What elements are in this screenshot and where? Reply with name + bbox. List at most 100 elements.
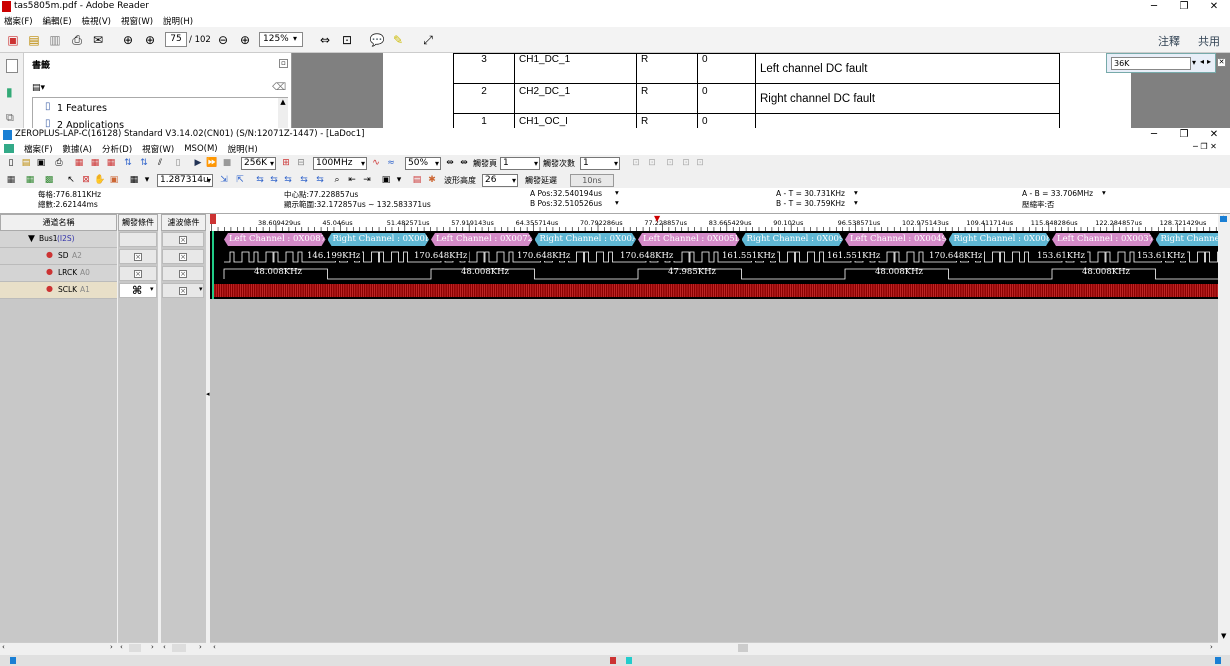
palette-icon[interactable]: ✱: [426, 174, 438, 186]
zoom-select-icon[interactable]: ⊠: [80, 174, 92, 186]
memory-depth-select[interactable]: 256K: [241, 157, 276, 170]
compare-icon[interactable]: ⇅: [138, 157, 150, 169]
panel-options-icon[interactable]: ▫: [279, 59, 288, 68]
channel-name-header[interactable]: 通道名稱: [0, 214, 117, 231]
stop-icon[interactable]: ■: [221, 157, 233, 169]
view-dropdown-icon[interactable]: ▾: [141, 174, 153, 186]
bus-decode-cell[interactable]: Left Channel : 0X0072: [431, 233, 533, 246]
prev-edge-icon[interactable]: ⇤: [346, 174, 358, 186]
close-icon[interactable]: ✕: [1204, 0, 1224, 14]
zoom-out-icon[interactable]: ⊖: [214, 31, 232, 49]
trigger-cell[interactable]: ⌘ ▾: [119, 283, 157, 298]
restore-icon[interactable]: ❐: [1174, 0, 1194, 14]
channel-row-bus1[interactable]: ▼ Bus1 (I2S): [0, 231, 117, 248]
minimize-icon[interactable]: ─: [1144, 0, 1164, 14]
scroll-right-icon[interactable]: ›: [1210, 643, 1213, 651]
capture-icon[interactable]: ▦: [105, 157, 117, 169]
a-t-dropdown-icon[interactable]: ▾: [854, 188, 858, 197]
trigger-hscroll[interactable]: ‹ ›: [118, 642, 158, 653]
channel-icon[interactable]: ⊞: [280, 157, 292, 169]
expand-arrow-icon[interactable]: ▼: [28, 231, 35, 247]
filter-cell[interactable]: ×: [162, 232, 204, 247]
align-icon[interactable]: ⇆: [298, 174, 310, 186]
run-repeat-icon[interactable]: ⏩: [206, 157, 218, 169]
filter-condition-header[interactable]: 濾波條件: [161, 214, 206, 231]
clock-icon[interactable]: ≈: [385, 157, 397, 169]
open-icon[interactable]: ▤: [20, 157, 32, 169]
overview-bar[interactable]: [0, 655, 1230, 666]
find-close-icon[interactable]: ✕: [1217, 58, 1226, 67]
bookmark-item[interactable]: 1 Features: [57, 103, 107, 114]
save-icon[interactable]: ▣: [35, 157, 47, 169]
b-t-dropdown-icon[interactable]: ▾: [854, 198, 858, 207]
cursor-a-marker-icon[interactable]: [210, 214, 216, 224]
capture-icon[interactable]: ▦: [89, 157, 101, 169]
minimize-icon[interactable]: ─: [1144, 128, 1164, 142]
highlight-icon[interactable]: ✎: [389, 31, 407, 49]
prev-page-icon[interactable]: ⊕: [119, 31, 137, 49]
bookmark-scrollbar[interactable]: ▲: [278, 98, 288, 129]
bookmark-options-icon[interactable]: ▤▾: [32, 83, 45, 93]
move-right-icon[interactable]: ⇹: [458, 157, 470, 169]
wave-height-select[interactable]: 26: [482, 174, 518, 187]
email-icon[interactable]: ✉: [89, 31, 107, 49]
menu-view[interactable]: 檢視(V): [82, 15, 111, 27]
fit-page-icon[interactable]: ⊡: [338, 31, 356, 49]
trigger-delay-input[interactable]: 10ns: [570, 174, 614, 187]
waveform-traces[interactable]: Left Channel : 0X0087 Right Channel : 0X0…: [210, 231, 1218, 299]
expand-icon[interactable]: ⤢: [419, 31, 437, 49]
display-icon[interactable]: ▣: [380, 174, 392, 186]
color-icon[interactable]: ▤: [411, 174, 423, 186]
bus-decode-cell[interactable]: Left Channel : 0X0049: [845, 233, 947, 246]
trigger-count-select[interactable]: 1: [580, 157, 620, 170]
create-pdf-icon[interactable]: ▣: [4, 31, 22, 49]
fit-width-icon[interactable]: ⇔: [316, 31, 334, 49]
channel-icon[interactable]: ⊟: [295, 157, 307, 169]
display-dropdown-icon[interactable]: ▾: [393, 174, 405, 186]
menu-data[interactable]: 數據(A): [63, 143, 92, 155]
trigger-marker-icon[interactable]: ▼: [654, 214, 660, 223]
zoom-in-icon[interactable]: ⊕: [236, 31, 254, 49]
scroll-down-icon[interactable]: ▼: [1221, 632, 1226, 640]
vertical-scrollbar[interactable]: ▲ ▼: [1218, 214, 1230, 642]
comment-icon[interactable]: 💬: [368, 31, 386, 49]
view-icon[interactable]: ▦: [128, 174, 140, 186]
bus-decode-cell[interactable]: Left Channel : 0X0037: [1052, 233, 1154, 246]
scroll-left-icon[interactable]: ‹: [213, 643, 216, 651]
comment-pane-button[interactable]: 注釋: [1158, 33, 1180, 49]
menu-window[interactable]: 視窗(W): [142, 143, 174, 155]
trigger-cell[interactable]: [119, 232, 157, 247]
menu-file[interactable]: 檔案(F): [4, 15, 33, 27]
zoom-in-icon[interactable]: ⇱: [234, 174, 246, 186]
align-icon[interactable]: ⇆: [282, 174, 294, 186]
table-icon[interactable]: ▦: [24, 174, 36, 186]
grid-icon[interactable]: ▦: [5, 174, 17, 186]
restore-icon[interactable]: ❐: [1174, 128, 1194, 142]
bus-decode-cell[interactable]: Right Channel : 0X00B5: [328, 233, 430, 246]
filter-dropdown-icon[interactable]: ▾: [199, 285, 203, 293]
trigger-icon[interactable]: ⫽: [154, 157, 166, 169]
channel-hscroll[interactable]: ‹ ›: [0, 642, 117, 653]
time-per-div-select[interactable]: 1.287314u: [157, 174, 213, 187]
menu-window[interactable]: 視窗(W): [121, 15, 153, 27]
time-ruler[interactable]: 38.609429us 45.046us 51.482571us 57.919143u…: [210, 214, 1218, 231]
doc-minimize-icon[interactable]: ─ ❐ ✕: [1193, 142, 1217, 151]
new-icon[interactable]: ▯: [5, 157, 17, 169]
align-icon[interactable]: ⇆: [254, 174, 266, 186]
menu-analyze[interactable]: 分析(D): [102, 143, 132, 155]
find-options-icon[interactable]: ▾: [1192, 58, 1196, 67]
find-input[interactable]: 36K: [1111, 57, 1191, 70]
filter-cell[interactable]: ×: [162, 266, 204, 281]
search-icon[interactable]: ⌕: [331, 174, 343, 186]
bus-decode-cell[interactable]: Left Channel : 0X005D: [638, 233, 740, 246]
clock-icon[interactable]: ∿: [370, 157, 382, 169]
trigger-page-select[interactable]: 1: [500, 157, 540, 170]
zoom-out-icon[interactable]: ⇲: [218, 174, 230, 186]
move-left-icon[interactable]: ⇹: [444, 157, 456, 169]
align-icon[interactable]: ⇆: [268, 174, 280, 186]
align-icon[interactable]: ⇆: [314, 174, 326, 186]
capture-icon[interactable]: ▦: [73, 157, 85, 169]
waveform-hscroll[interactable]: ‹ ›: [210, 642, 1218, 653]
page-number-input[interactable]: 75: [165, 32, 187, 47]
bookmark-icon[interactable]: ▮: [6, 85, 18, 99]
